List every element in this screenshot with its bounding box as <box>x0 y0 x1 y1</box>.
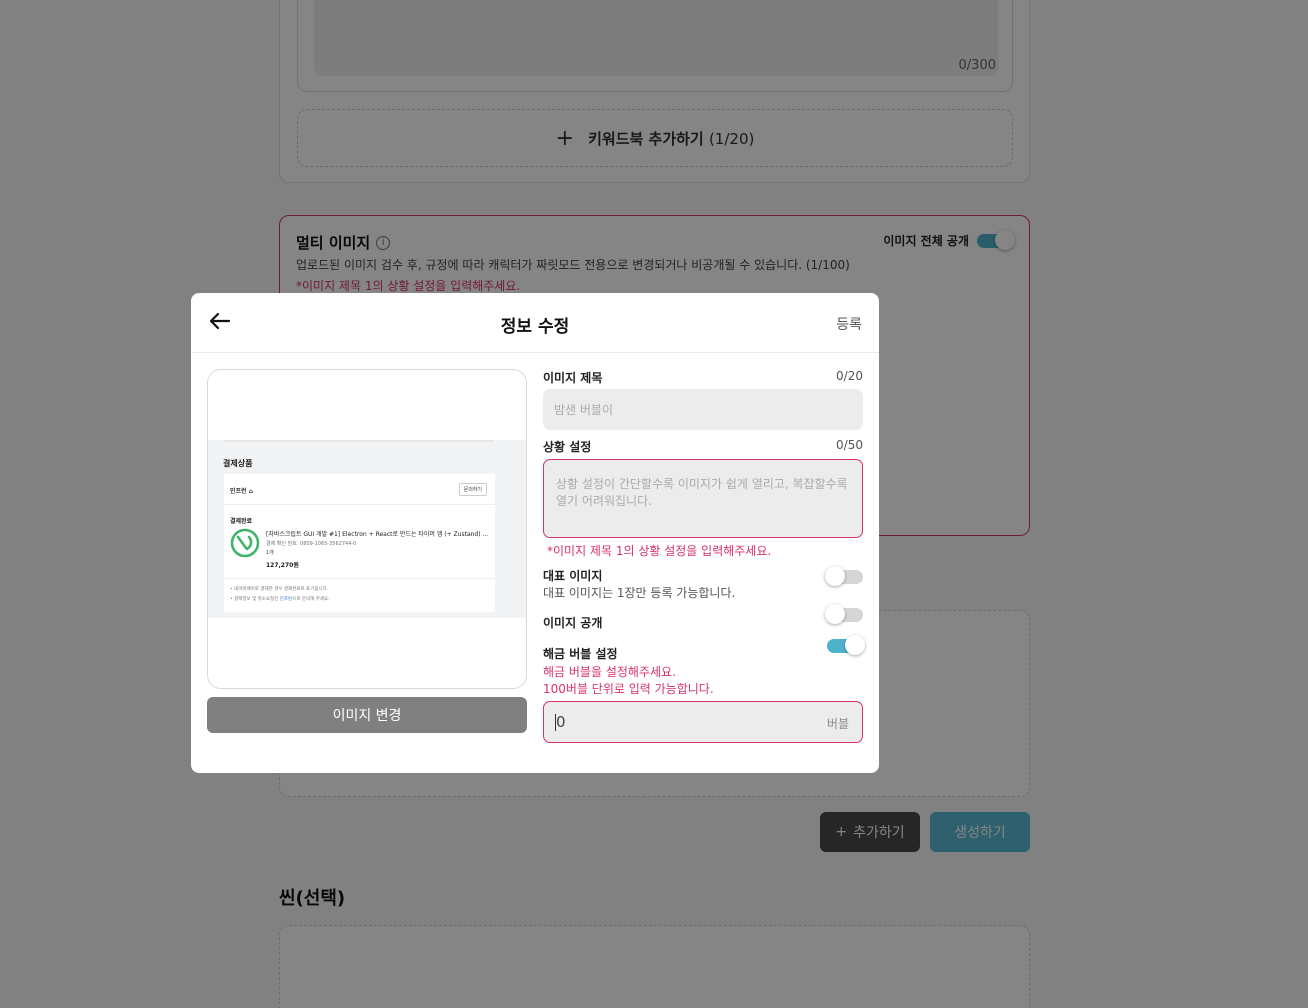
preview-order: 결제 확인 번호: 0809-1065-3562744-0 <box>266 541 357 547</box>
modal-header: 정보 수정 등록 <box>191 293 879 353</box>
preview-product: [자바스크립트 GUI 개발 #1] Electron + React로 만드는… <box>266 531 488 538</box>
submit-button[interactable]: 등록 <box>836 314 862 334</box>
preview-ask-button: 문의하기 <box>458 483 487 496</box>
unlock-bubble-value: 0 <box>555 713 566 731</box>
preview-heading: 결제상품 <box>223 459 253 468</box>
situation-count: 0/50 <box>836 438 863 452</box>
preview-note-2: • 결제정보 및 취소요청은 인프런으로 문의해 주세요. <box>230 597 330 602</box>
change-image-button[interactable]: 이미지 변경 <box>207 697 527 733</box>
modal-title: 정보 수정 <box>500 317 570 337</box>
unlock-bubble-error-2: 100버블 단위로 입력 가능합니다. <box>543 682 714 696</box>
preview-brand: 인프런 ⌂ <box>230 488 253 495</box>
image-public-label: 이미지 공개 <box>543 616 603 630</box>
inflearn-logo-icon <box>230 528 260 558</box>
representative-image-toggle[interactable] <box>825 566 863 586</box>
edit-info-modal: 정보 수정 등록 결제상품 인프런 ⌂ 문의하기 결제완료 [자바스크립트 GU… <box>191 293 879 773</box>
image-public-toggle[interactable] <box>825 604 863 624</box>
image-preview: 결제상품 인프런 ⌂ 문의하기 결제완료 [자바스크립트 GUI 개발 #1] … <box>207 369 527 689</box>
representative-image-description: 대표 이미지는 1장만 등록 가능합니다. <box>543 586 736 600</box>
preview-price: 127,270원 <box>266 562 299 569</box>
representative-image-label: 대표 이미지 <box>543 569 603 583</box>
preview-qty: 1개 <box>266 550 274 556</box>
situation-error: *이미지 제목 1의 상황 설정을 입력해주세요. <box>547 544 772 558</box>
unlock-bubble-input[interactable]: 0 버블 <box>543 701 863 743</box>
preview-done-label: 결제완료 <box>230 518 253 525</box>
preview-note-1: • 네이버페이로 결제한 경우 결제완료로 표기됩니다. <box>230 587 329 592</box>
unlock-bubble-unit: 버블 <box>826 717 849 731</box>
preview-receipt-card: 인프런 ⌂ 문의하기 결제완료 [자바스크립트 GUI 개발 #1] Elect… <box>224 474 495 612</box>
image-title-input[interactable] <box>543 389 863 430</box>
unlock-bubble-error-1: 해금 버블을 설정해주세요. <box>543 665 676 679</box>
image-title-count: 0/20 <box>836 369 863 383</box>
unlock-bubble-label: 해금 버블 설정 <box>543 647 618 661</box>
situation-label: 상황 설정 <box>543 440 592 454</box>
image-title-label: 이미지 제목 <box>543 371 603 385</box>
preview-screenshot: 결제상품 인프런 ⌂ 문의하기 결제완료 [자바스크립트 GUI 개발 #1] … <box>208 440 526 618</box>
situation-input[interactable] <box>543 459 863 538</box>
unlock-bubble-toggle[interactable] <box>827 635 865 655</box>
